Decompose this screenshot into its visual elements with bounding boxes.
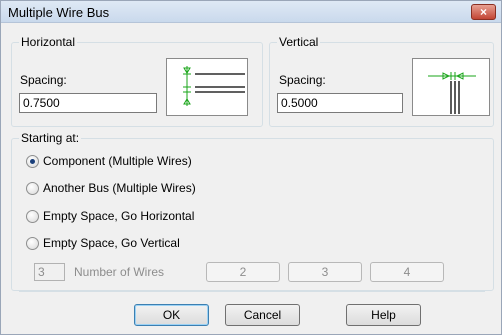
cancel-button[interactable]: Cancel bbox=[225, 304, 300, 326]
radio-button[interactable] bbox=[26, 210, 39, 223]
horizontal-spacing-input[interactable] bbox=[19, 93, 157, 113]
horizontal-wire-spacing-icon bbox=[183, 66, 245, 106]
close-icon: × bbox=[479, 5, 487, 19]
wire-preset-2-button: 2 bbox=[206, 262, 280, 282]
ok-button[interactable]: OK bbox=[134, 304, 209, 326]
vertical-wire-spacing-icon bbox=[428, 72, 476, 114]
starting-at-legend: Starting at: bbox=[21, 131, 80, 145]
radio-label: Component (Multiple Wires) bbox=[43, 154, 192, 168]
horizontal-spacing-preview bbox=[166, 58, 248, 116]
vertical-spacing-label: Spacing: bbox=[279, 73, 326, 87]
radio-label: Another Bus (Multiple Wires) bbox=[43, 181, 196, 195]
close-button[interactable]: × bbox=[471, 4, 496, 20]
radio-button[interactable] bbox=[26, 155, 39, 168]
vertical-spacing-preview bbox=[412, 58, 490, 116]
horizontal-spacing-label: Spacing: bbox=[20, 73, 67, 87]
multiple-wire-bus-dialog: Multiple Wire Bus × Horizontal Spacing: … bbox=[0, 0, 502, 335]
title-bar[interactable]: Multiple Wire Bus × bbox=[1, 1, 501, 23]
wire-count-label: Number of Wires bbox=[74, 265, 165, 279]
vertical-legend: Vertical bbox=[279, 35, 319, 49]
help-button[interactable]: Help bbox=[346, 304, 421, 326]
radio-label: Empty Space, Go Horizontal bbox=[43, 209, 195, 223]
wire-preset-3-button: 3 bbox=[288, 262, 362, 282]
radio-label: Empty Space, Go Vertical bbox=[43, 236, 180, 250]
button-separator bbox=[19, 291, 485, 292]
wire-preset-4-button: 4 bbox=[370, 262, 444, 282]
vertical-spacing-input[interactable] bbox=[277, 93, 403, 113]
window-title: Multiple Wire Bus bbox=[8, 5, 110, 20]
horizontal-legend: Horizontal bbox=[21, 35, 76, 49]
radio-button[interactable] bbox=[26, 182, 39, 195]
radio-button[interactable] bbox=[26, 237, 39, 250]
wire-count-input: 3 bbox=[34, 263, 65, 281]
